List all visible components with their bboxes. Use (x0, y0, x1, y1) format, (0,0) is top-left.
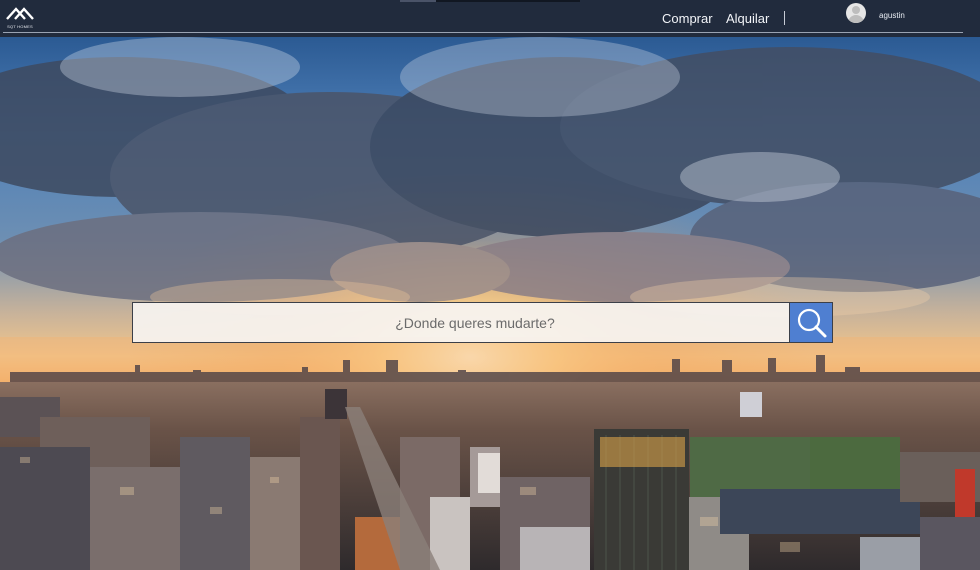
brand-logo[interactable]: SQT HOMES (5, 5, 35, 31)
hero-background (0, 37, 980, 570)
nav-link-comprar[interactable]: Comprar (662, 11, 713, 26)
navbar: SQT HOMES Comprar Alquilar agustin (0, 0, 980, 37)
username[interactable]: agustin (879, 11, 905, 20)
nav-divider (784, 11, 785, 25)
search-input[interactable] (133, 303, 789, 342)
magnifier-icon (797, 308, 827, 338)
nav-link-alquilar[interactable]: Alquilar (726, 11, 769, 26)
search-button[interactable] (789, 303, 832, 342)
nav-top-indicator (400, 0, 580, 2)
logo-text: SQT HOMES (7, 24, 33, 29)
house-roof-logo-icon (6, 7, 34, 20)
search-bar (132, 302, 833, 343)
user-avatar-icon[interactable] (846, 3, 866, 23)
